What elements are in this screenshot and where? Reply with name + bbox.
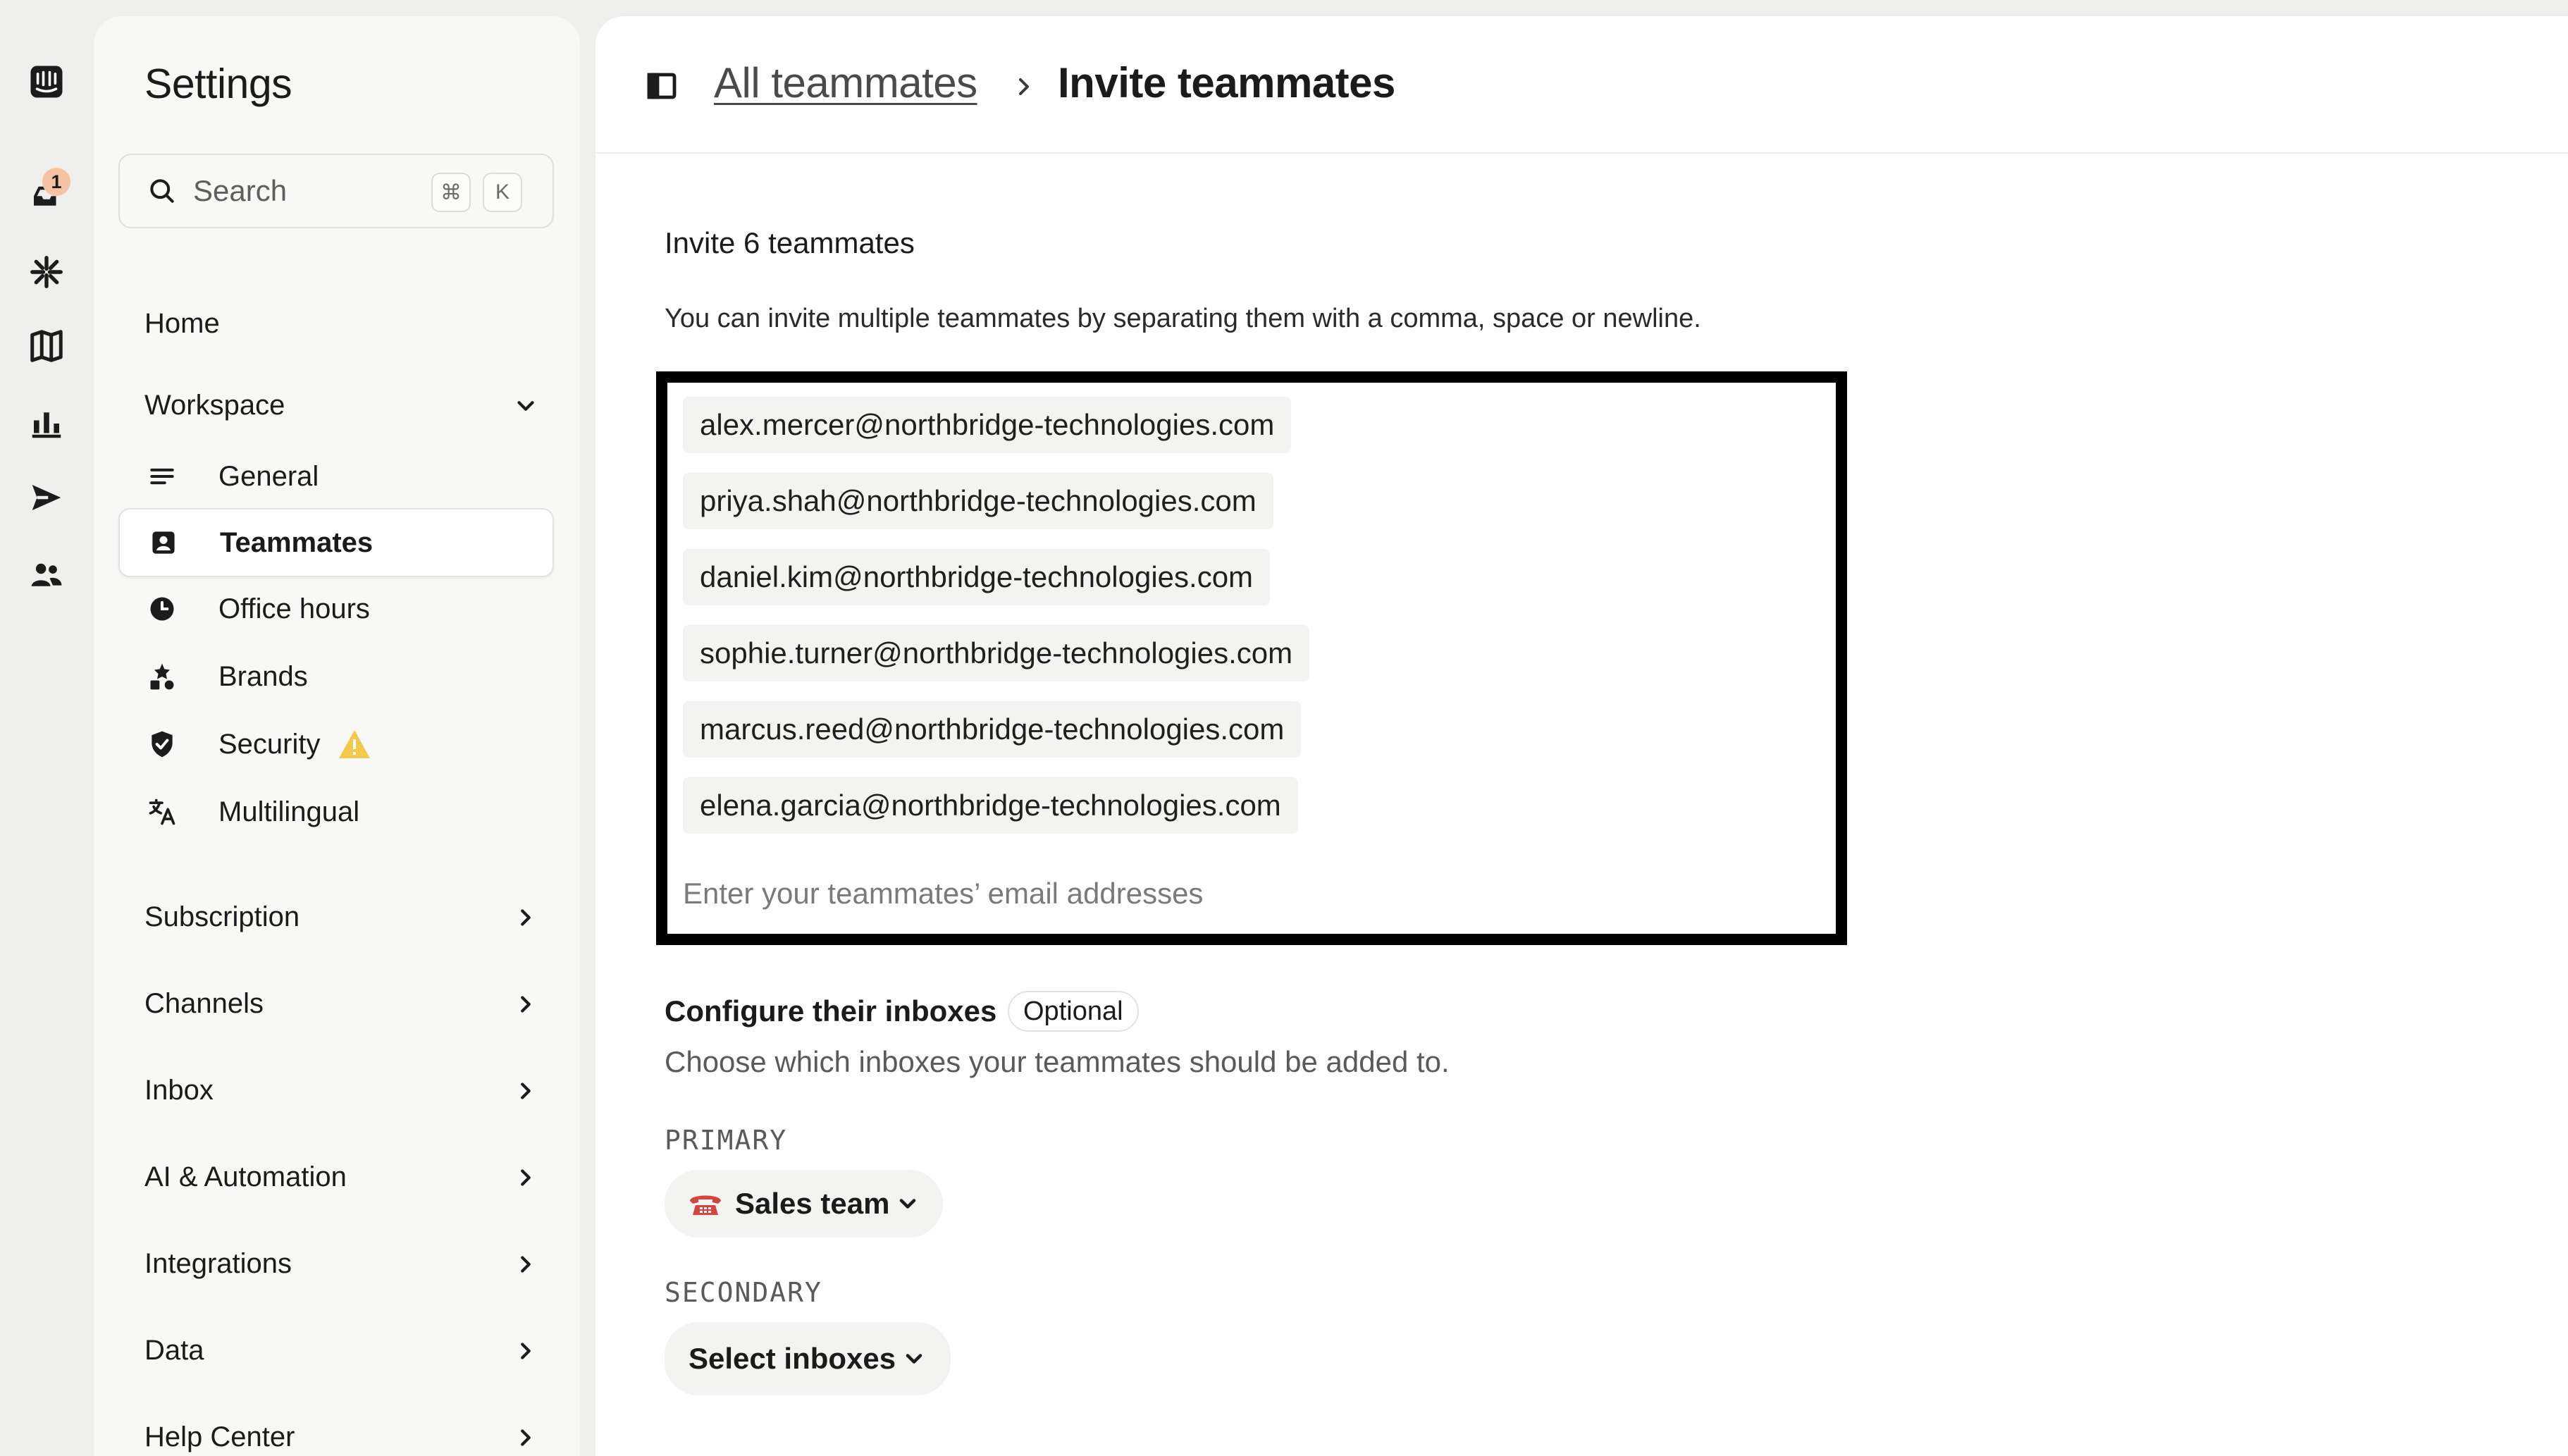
clock-icon <box>145 592 179 626</box>
nav-item-office-hours[interactable]: Office hours <box>118 574 554 643</box>
nav-item-multilingual[interactable]: Multilingual <box>118 777 554 846</box>
nav-item-general[interactable]: General <box>118 442 554 511</box>
nav-home[interactable]: Home <box>144 308 220 340</box>
chevron-right-icon <box>521 1168 531 1186</box>
shield-check-icon <box>145 727 179 761</box>
nav-item-label: Teammates <box>220 526 374 558</box>
nav-section-data[interactable]: Data <box>144 1335 539 1366</box>
page-title: Invite teammates <box>1058 59 1395 106</box>
secondary-inbox-value: Select inboxes <box>689 1342 896 1375</box>
person-badge-icon <box>147 526 180 560</box>
primary-label: PRIMARY <box>665 1125 788 1156</box>
nav-item-label: Multilingual <box>218 796 360 827</box>
intercom-logo-icon[interactable] <box>21 56 72 107</box>
nav-section-workspace[interactable]: Workspace <box>144 390 539 421</box>
topbar: All teammates Invite teammates <box>595 16 2568 154</box>
nav-section-help-center[interactable]: Help Center <box>144 1421 539 1453</box>
email-chip[interactable]: elena.garcia@northbridge-technologies.co… <box>683 777 1298 834</box>
shapes-icon <box>145 660 179 693</box>
chevron-right-icon <box>521 1429 531 1446</box>
nav-section-ai-automation[interactable]: AI & Automation <box>144 1161 539 1193</box>
chevron-right-icon <box>521 1255 531 1273</box>
chevron-down-icon <box>517 400 534 411</box>
telephone-icon <box>690 1195 721 1215</box>
nav-section-label: Data <box>144 1335 204 1366</box>
nav-section-label: Inbox <box>144 1075 214 1106</box>
lines-icon <box>145 459 179 493</box>
nav-item-brands[interactable]: Brands <box>118 642 554 711</box>
secondary-label: SECONDARY <box>665 1277 822 1308</box>
primary-inbox-dropdown[interactable]: Sales team <box>665 1170 944 1238</box>
warning-icon <box>338 730 370 758</box>
chevron-right-icon <box>521 995 531 1013</box>
email-entry-input[interactable] <box>683 869 1740 918</box>
shortcut-k-key: K <box>483 173 522 212</box>
nav-item-label: Brands <box>218 660 308 692</box>
nav-section-channels[interactable]: Channels <box>144 988 539 1020</box>
configure-inboxes-help: Choose which inboxes your teammates shou… <box>665 1045 1450 1078</box>
nav-section-integrations[interactable]: Integrations <box>144 1248 539 1280</box>
settings-sidebar: Settings ⌘ K Home Workspace General Team… <box>94 16 580 1456</box>
primary-inbox-value: Sales team <box>735 1187 890 1220</box>
settings-search[interactable]: ⌘ K <box>118 154 554 228</box>
search-input[interactable] <box>193 174 419 208</box>
nav-section-label: Subscription <box>144 901 300 932</box>
contacts-people-icon[interactable] <box>21 550 72 600</box>
nav-section-inbox[interactable]: Inbox <box>144 1075 539 1106</box>
email-chip[interactable]: alex.mercer@northbridge-technologies.com <box>683 397 1292 453</box>
breadcrumb-all-teammates[interactable]: All teammates <box>714 58 977 107</box>
settings-title: Settings <box>144 61 292 107</box>
notification-badge: 1 <box>42 168 70 196</box>
inbox-icon[interactable]: 1 <box>21 168 72 220</box>
chevron-right-icon <box>521 908 531 926</box>
nav-item-security[interactable]: Security <box>118 710 554 779</box>
invite-help-text: You can invite multiple teammates by sep… <box>665 304 1701 333</box>
reports-chart-icon[interactable] <box>21 398 72 449</box>
nav-section-label: Workspace <box>144 390 285 421</box>
search-icon <box>150 179 174 203</box>
nav-section-subscription[interactable]: Subscription <box>144 901 539 933</box>
nav-item-label: Office hours <box>218 593 370 624</box>
outbound-send-icon[interactable] <box>21 472 72 523</box>
email-input-box[interactable]: alex.mercer@northbridge-technologies.com… <box>656 371 1847 945</box>
invite-count-title: Invite 6 teammates <box>665 226 915 259</box>
nav-item-label: Security <box>218 728 321 760</box>
chevron-right-icon <box>521 1342 531 1359</box>
chevron-down-icon <box>900 1199 916 1209</box>
nav-section-label: Help Center <box>144 1421 295 1452</box>
fin-ai-icon[interactable] <box>21 247 72 297</box>
nav-section-label: Channels <box>144 988 264 1019</box>
shortcut-cmd-key: ⌘ <box>431 173 471 212</box>
nav-item-teammates[interactable]: Teammates <box>118 508 554 577</box>
nav-section-label: AI & Automation <box>144 1161 347 1192</box>
email-chip[interactable]: sophie.turner@northbridge-technologies.c… <box>683 625 1310 681</box>
chevron-right-icon <box>521 1082 531 1099</box>
icon-rail: 1 <box>0 0 93 1456</box>
nav-item-label: General <box>218 460 319 492</box>
chevron-down-icon <box>906 1354 922 1364</box>
chevron-right-icon <box>1019 78 1029 95</box>
sidebar-toggle-icon[interactable] <box>645 69 679 103</box>
email-chip[interactable]: daniel.kim@northbridge-technologies.com <box>683 549 1271 605</box>
main-panel: All teammates Invite teammates Invite 6 … <box>595 16 2568 1456</box>
nav-section-label: Integrations <box>144 1248 292 1279</box>
knowledge-book-icon[interactable] <box>21 321 72 371</box>
optional-badge: Optional <box>1008 991 1139 1032</box>
configure-inboxes-title: Configure their inboxes <box>665 994 997 1028</box>
email-chip[interactable]: priya.shah@northbridge-technologies.com <box>683 473 1273 529</box>
email-chip[interactable]: marcus.reed@northbridge-technologies.com <box>683 701 1302 758</box>
translate-icon <box>145 795 179 829</box>
secondary-inbox-dropdown[interactable]: Select inboxes <box>665 1322 951 1395</box>
